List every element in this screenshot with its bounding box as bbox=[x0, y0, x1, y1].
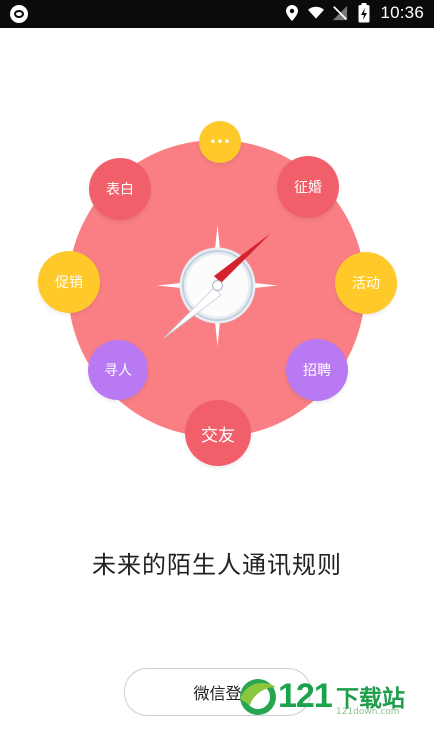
watermark-logo-icon bbox=[240, 679, 276, 715]
battery-charging-icon bbox=[356, 3, 372, 23]
clock: 10:36 bbox=[380, 3, 424, 22]
bubble-jiaoyou[interactable]: 交友 bbox=[185, 400, 251, 466]
app-notification-icon bbox=[10, 5, 28, 23]
more-bubble[interactable]: ••• bbox=[199, 121, 241, 163]
wifi-icon bbox=[308, 4, 325, 22]
tagline: 未来的陌生人通讯规则 bbox=[92, 551, 342, 579]
watermark-number: 121 bbox=[278, 677, 333, 715]
bubble-xunren[interactable]: 寻人 bbox=[88, 340, 148, 400]
status-icons: 10:36 bbox=[284, 3, 424, 23]
bubble-cuxiao[interactable]: 促销 bbox=[38, 251, 100, 313]
bubble-zhaopin[interactable]: 招聘 bbox=[286, 339, 348, 401]
no-signal-icon bbox=[332, 4, 348, 22]
compass-icon bbox=[157, 225, 278, 346]
location-icon bbox=[284, 4, 300, 22]
wechat-login-label: 微信登 bbox=[193, 684, 242, 703]
bubble-zhenghun[interactable]: 征婚 bbox=[277, 156, 339, 218]
bubble-biaobai[interactable]: 表白 bbox=[89, 158, 151, 220]
watermark-url: 121down.com bbox=[336, 707, 400, 717]
bubble-huodong[interactable]: 活动 bbox=[335, 252, 397, 314]
status-bar: 10:36 bbox=[0, 0, 434, 28]
watermark: 121 下载站 121down.com bbox=[236, 673, 426, 721]
